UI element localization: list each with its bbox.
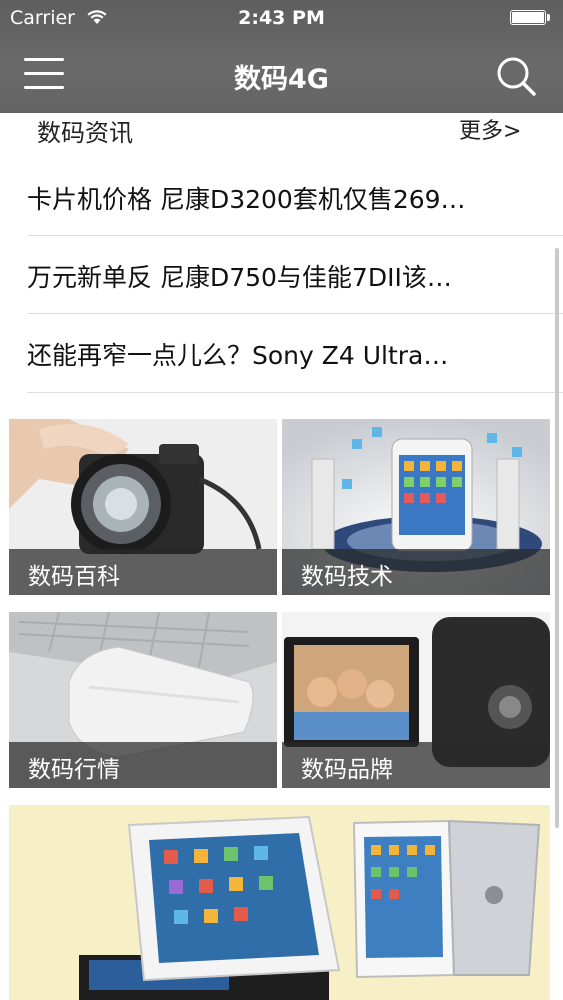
- news-section-title: 数码资讯: [37, 119, 133, 147]
- news-section-header: 数码资讯 更多>: [0, 113, 563, 153]
- tile-caption: 数码百科: [9, 549, 277, 595]
- news-item[interactable]: 还能再窄一点儿么？Sony Z4 Ultra…: [27, 314, 535, 392]
- tablet-image: [9, 805, 550, 1000]
- tile-digital-brand[interactable]: 数码品牌: [282, 612, 550, 788]
- status-time: 2:43 PM: [238, 7, 325, 29]
- page-title: 数码4G: [234, 64, 329, 95]
- news-item-title: 卡片机价格 尼康D3200套机仅售269…: [27, 185, 466, 214]
- tile-label: 数码技术: [301, 564, 393, 590]
- tile-digital-tech[interactable]: 数码技术: [282, 419, 550, 595]
- news-item-title: 万元新单反 尼康D750与佳能7DII该…: [27, 263, 452, 292]
- tile-label: 数码行情: [28, 757, 120, 783]
- news-item-title: 还能再窄一点儿么？Sony Z4 Ultra…: [27, 341, 449, 370]
- search-icon[interactable]: [494, 54, 538, 98]
- tile-label: 数码品牌: [301, 757, 393, 783]
- tile-digital-encyclopedia[interactable]: 数码百科: [9, 419, 277, 595]
- news-item[interactable]: 卡片机价格 尼康D3200套机仅售269…: [27, 158, 535, 236]
- promo-banner[interactable]: [9, 805, 550, 1000]
- battery-tip: [547, 14, 550, 21]
- app-header: Carrier 2:43 PM 数码4G: [0, 0, 563, 113]
- status-bar: Carrier 2:43 PM: [0, 0, 563, 36]
- divider: [27, 392, 563, 393]
- tile-caption: 数码技术: [282, 549, 550, 595]
- news-item[interactable]: 万元新单反 尼康D750与佳能7DII该…: [27, 236, 535, 314]
- tile-label: 数码百科: [28, 564, 120, 590]
- battery-icon: [510, 10, 546, 25]
- tile-caption: 数码品牌: [282, 742, 550, 788]
- tile-digital-market[interactable]: 数码行情: [9, 612, 277, 788]
- tile-caption: 数码行情: [9, 742, 277, 788]
- scrollbar[interactable]: [555, 248, 559, 828]
- more-link[interactable]: 更多>: [459, 113, 521, 145]
